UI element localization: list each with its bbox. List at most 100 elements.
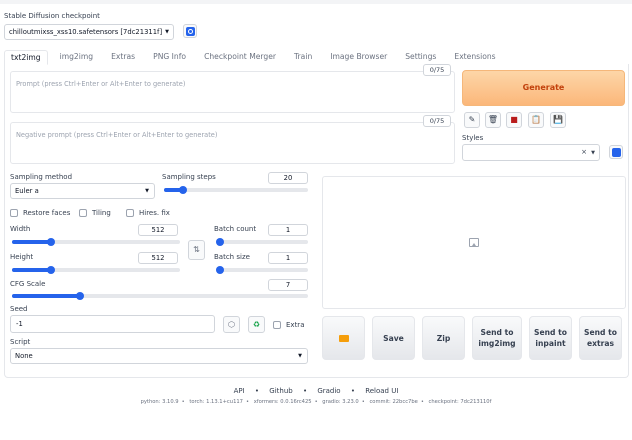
cfg-scale-input[interactable]: 7 [268,279,308,291]
height-slider[interactable] [12,266,180,274]
sampling-method-value: Euler a [15,187,39,195]
height-input[interactable]: 512 [138,252,178,264]
random-seed-dice-icon[interactable]: ⬡ [223,316,240,333]
footer-link-gradio[interactable]: Gradio [317,387,340,395]
generate-button[interactable]: Generate [462,70,625,106]
checkpoint-label: Stable Diffusion checkpoint [4,12,100,20]
checkpoint-hash: checkpoint: 7dc213110f [428,399,492,405]
checkpoint-select[interactable]: chilloutmixss_xss10.safetensors [7dc2131… [4,24,174,40]
torch-version: torch: 1.13.1+cu117 [189,399,243,405]
refresh-icon [612,148,621,157]
restore-faces-label: Restore faces [23,209,71,217]
footer-separator: • [254,387,260,395]
slider-thumb[interactable] [216,266,224,274]
xformers-version: xformers: 0.0.16rc425 [253,399,312,405]
batch-size-slider[interactable] [216,266,308,274]
hires-fix-label: Hires. fix [139,209,170,217]
tab-bar: txt2img img2img Extras PNG Info Checkpoi… [4,50,508,65]
styles-refresh-button[interactable] [609,145,623,159]
tiling-checkbox[interactable] [79,209,87,217]
negative-prompt-input[interactable]: Negative prompt (press Ctrl+Enter or Alt… [10,122,455,164]
chevron-down-icon: ▼ [145,188,149,194]
batch-size-label: Batch size [214,253,250,261]
save-icon[interactable]: 💾 [550,112,566,128]
hires-fix-checkbox[interactable] [126,209,134,217]
slider-thumb[interactable] [216,238,224,246]
output-gallery [322,176,626,309]
script-label: Script [10,338,31,346]
folder-icon [338,334,349,342]
sampling-steps-input[interactable]: 20 [268,172,308,184]
python-version: python: 3.10.9 [140,399,179,405]
checkpoint-value: chilloutmixss_xss10.safetensors [7dc2131… [9,28,163,36]
chevron-down-icon: ▼ [298,353,302,359]
red-book-icon[interactable]: ■ [506,112,522,128]
commit-hash: commit: 22bcc7be [369,399,418,405]
refresh-icon [186,27,195,36]
tab-image-browser[interactable]: Image Browser [324,50,393,65]
pencil-icon[interactable]: ✎ [464,112,480,128]
send-to-inpaint-button[interactable]: Send to inpaint [529,316,572,360]
slider-thumb[interactable] [46,238,55,246]
footer-separator: • [302,387,308,395]
footer-links: API • Github • Gradio • Reload UI [0,387,632,395]
restore-faces-checkbox[interactable] [10,209,18,217]
extra-seed-checkbox[interactable] [273,321,281,329]
reuse-seed-recycle-icon[interactable]: ♻ [248,316,265,333]
width-slider[interactable] [12,238,180,246]
clipboard-icon[interactable]: 📋 [528,112,544,128]
slider-thumb[interactable] [178,186,187,194]
batch-size-input[interactable]: 1 [268,252,308,264]
footer-link-reload-ui[interactable]: Reload UI [365,387,398,395]
footer-version-info: python: 3.10.9 • torch: 1.13.1+cu117 • xfo… [140,399,492,405]
tab-txt2img[interactable]: txt2img [4,50,48,65]
trash-icon[interactable]: 🗑 [485,112,501,128]
tab-settings[interactable]: Settings [399,50,442,65]
sampling-method-label: Sampling method [10,173,73,181]
open-folder-button[interactable] [322,316,365,360]
styles-select[interactable]: × ▼ [462,144,600,161]
seed-input[interactable]: -1 [10,315,215,333]
top-bar [0,0,632,4]
batch-count-label: Batch count [214,225,257,233]
sampling-method-select[interactable]: Euler a ▼ [10,183,155,199]
prompt-placeholder: Prompt (press Ctrl+Enter or Alt+Enter to… [16,80,186,88]
width-input[interactable]: 512 [138,224,178,236]
width-label: Width [10,225,31,233]
negative-prompt-placeholder: Negative prompt (press Ctrl+Enter or Alt… [16,131,218,139]
script-value: None [15,352,33,360]
slider-thumb[interactable] [46,266,55,274]
batch-count-slider[interactable] [216,238,308,246]
script-select[interactable]: None ▼ [10,348,308,364]
sampling-steps-slider[interactable] [164,186,308,194]
tab-extensions[interactable]: Extensions [448,50,501,65]
prompt-input[interactable]: Prompt (press Ctrl+Enter or Alt+Enter to… [10,71,455,113]
seed-value: -1 [16,320,23,328]
tab-img2img[interactable]: img2img [54,50,100,65]
image-placeholder-icon [469,238,479,247]
sampling-steps-label: Sampling steps [162,173,216,181]
footer-link-api[interactable]: API [234,387,245,395]
chevron-down-icon: ▼ [165,29,169,35]
tiling-label: Tiling [92,209,111,217]
send-to-img2img-button[interactable]: Send to img2img [472,316,522,360]
tab-png-info[interactable]: PNG Info [147,50,192,65]
cfg-scale-label: CFG Scale [10,280,46,288]
send-to-extras-button[interactable]: Send to extras [579,316,622,360]
tab-checkpoint-merger[interactable]: Checkpoint Merger [198,50,282,65]
footer-link-github[interactable]: Github [269,387,292,395]
negative-prompt-token-counter: 0/75 [423,115,451,127]
batch-count-input[interactable]: 1 [268,224,308,236]
height-label: Height [10,253,34,261]
tab-train[interactable]: Train [288,50,318,65]
cfg-scale-slider[interactable] [12,292,308,300]
styles-label: Styles [462,134,484,142]
swap-dimensions-button[interactable]: ⇅ [188,240,205,260]
clear-icon[interactable]: × [581,148,587,156]
extra-seed-label: Extra [286,321,305,329]
tab-extras[interactable]: Extras [105,50,141,65]
zip-button[interactable]: Zip [422,316,465,360]
checkpoint-refresh-button[interactable] [183,24,197,38]
gradio-version: gradio: 3.23.0 [322,399,359,405]
save-button[interactable]: Save [372,316,415,360]
